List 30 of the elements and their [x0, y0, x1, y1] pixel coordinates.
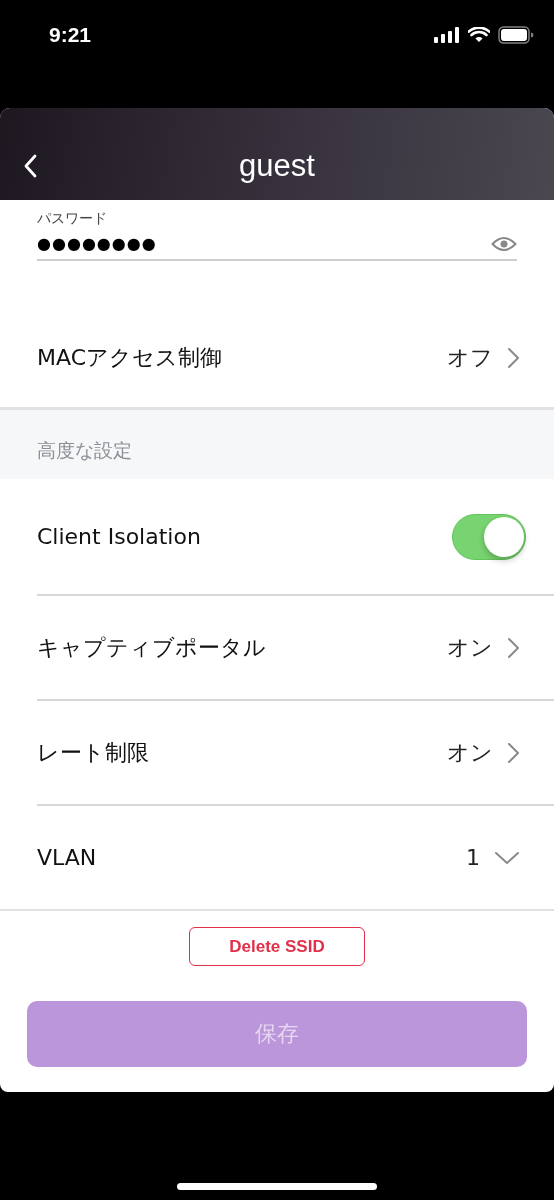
- setting-row[interactable]: VLAN 1: [0, 806, 554, 911]
- back-button[interactable]: [24, 154, 38, 178]
- eye-icon: [491, 234, 517, 253]
- setting-label: MACアクセス制御: [37, 344, 222, 372]
- setting-label: レート制限: [37, 738, 149, 767]
- setting-row[interactable]: レート制限 オン: [37, 701, 554, 806]
- chevron-right-icon: [507, 347, 520, 369]
- status-time: 9:21: [49, 23, 92, 47]
- password-value: ●●●●●●●●: [37, 234, 157, 253]
- field-label: パスワード: [37, 210, 108, 228]
- page-title: guest: [239, 148, 315, 184]
- setting-value: オフ: [447, 344, 493, 372]
- setting-label: VLAN: [37, 845, 97, 870]
- chevron-down-icon: [494, 850, 520, 865]
- wifi-icon: [468, 27, 490, 43]
- signal-icon: [434, 27, 460, 43]
- section-header: 高度な設定: [0, 410, 554, 479]
- chevron-right-icon: [507, 741, 520, 764]
- setting-label: Client Isolation: [37, 524, 201, 549]
- setting-label: キャプティブポータル: [37, 633, 266, 662]
- setting-value: オン: [447, 633, 493, 662]
- password-field[interactable]: パスワード ●●●●●●●●: [37, 210, 517, 261]
- setting-value: オン: [447, 738, 493, 767]
- setting-row[interactable]: キャプティブポータル オン: [37, 596, 554, 701]
- back-icon: [24, 154, 38, 178]
- delete-button[interactable]: Delete SSID: [189, 927, 365, 966]
- setting-value: 1: [466, 845, 480, 870]
- toggle-switch[interactable]: [452, 513, 526, 560]
- chevron-right-icon: [507, 636, 520, 659]
- battery-icon: [498, 26, 534, 44]
